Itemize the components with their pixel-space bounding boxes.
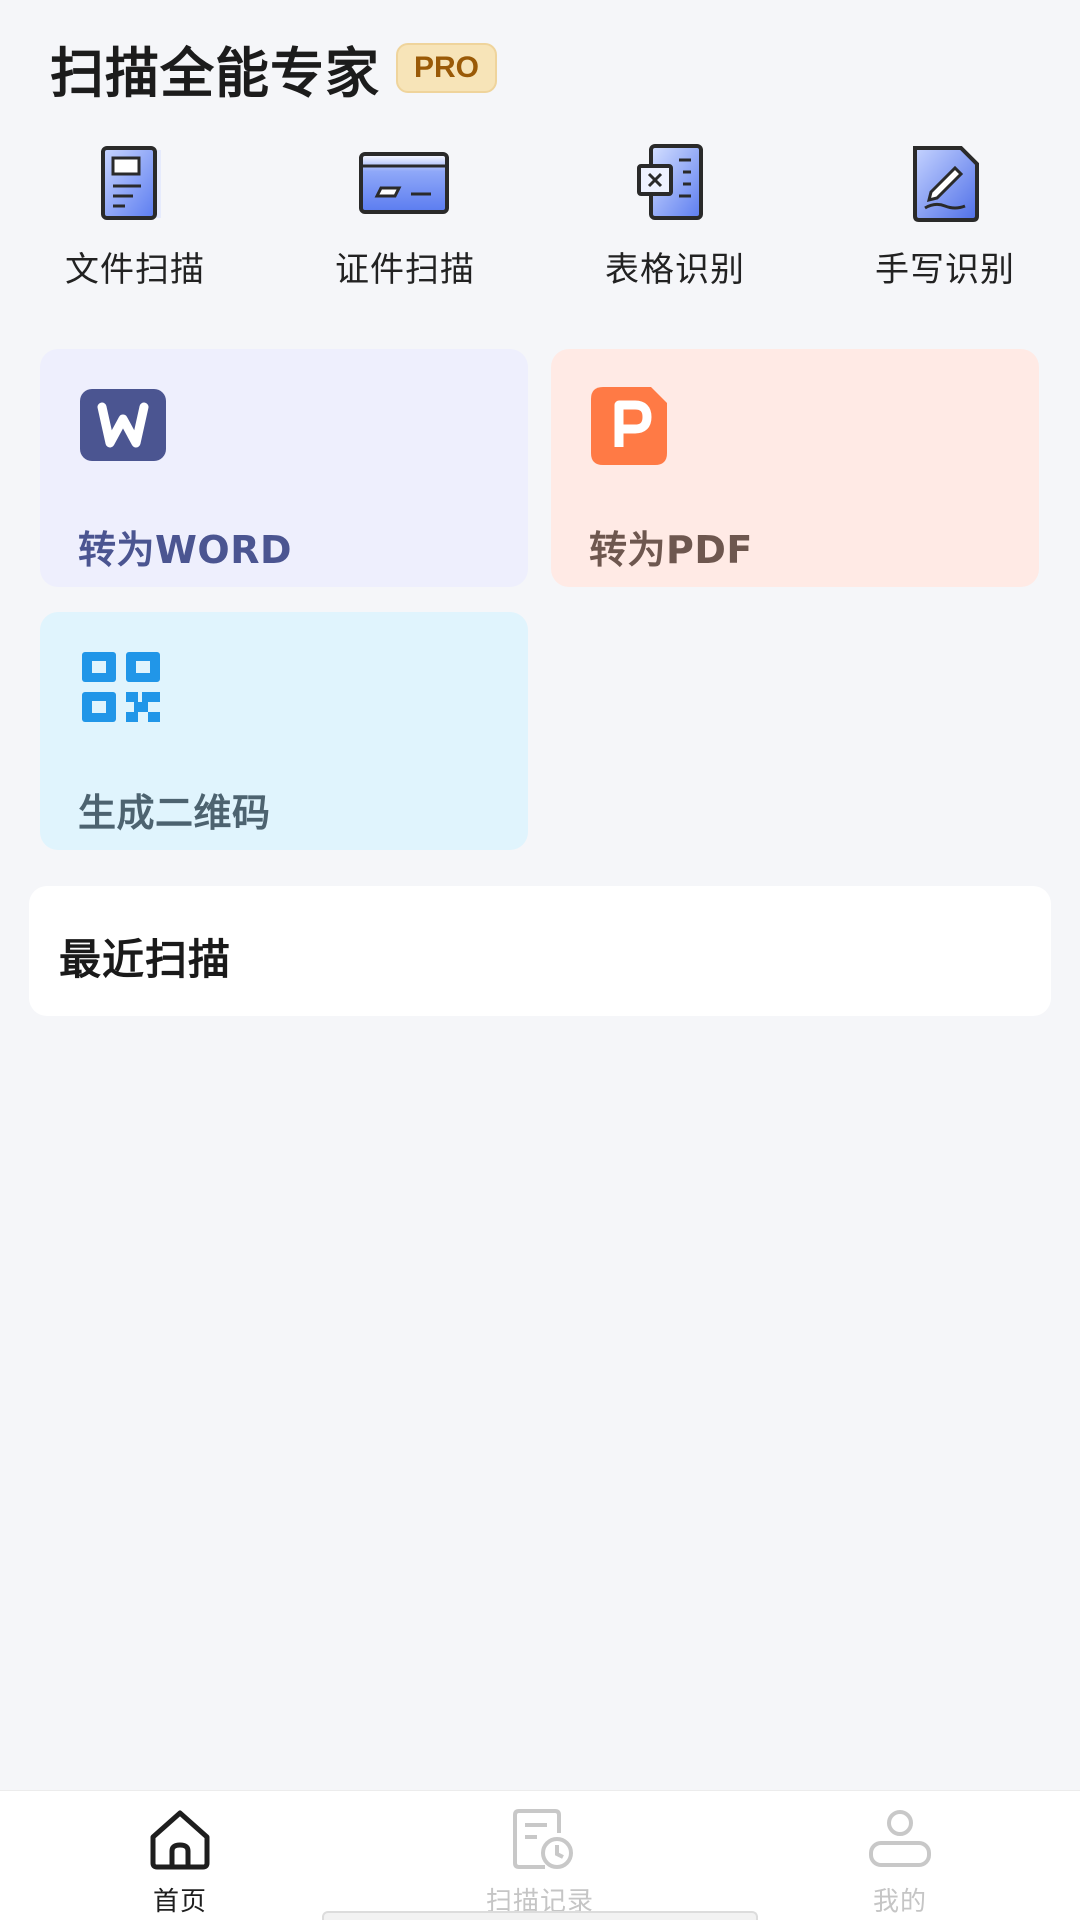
tool-label: 表格识别	[605, 250, 745, 290]
tool-document-scan[interactable]: 文件扫描	[0, 140, 270, 291]
home-indicator[interactable]	[322, 1911, 758, 1920]
document-scan-icon	[85, 140, 185, 230]
handwriting-icon	[895, 140, 995, 230]
nav-scan-history[interactable]: 扫描记录	[360, 1791, 720, 1921]
tool-id-card-scan[interactable]: 证件扫描	[270, 140, 540, 291]
word-icon	[78, 385, 168, 465]
convert-to-pdf-label: 转为PDF	[589, 528, 753, 572]
convert-to-pdf-card[interactable]: 转为PDF	[551, 349, 1039, 587]
profile-icon	[865, 1807, 935, 1873]
recent-scans-title: 最近扫描	[59, 935, 232, 984]
generate-qr-code-card[interactable]: 生成二维码	[40, 612, 528, 850]
convert-to-word-label: 转为WORD	[78, 528, 293, 572]
scan-history-icon	[505, 1807, 575, 1873]
recent-scans-section: 最近扫描	[29, 886, 1051, 1016]
tool-label: 证件扫描	[335, 250, 475, 290]
qr-code-icon	[78, 648, 168, 728]
app-title: 扫描全能专家	[50, 41, 380, 105]
nav-label: 我的	[872, 1887, 927, 1917]
tool-shortcuts: 文件扫描 证件扫描 表格识别 手写识别	[0, 140, 1080, 291]
tool-label: 文件扫描	[65, 250, 205, 290]
tool-handwriting-recognition[interactable]: 手写识别	[810, 140, 1080, 291]
tool-label: 手写识别	[875, 250, 1015, 290]
tool-spreadsheet-recognition[interactable]: 表格识别	[540, 140, 810, 291]
nav-home[interactable]: 首页	[0, 1791, 360, 1921]
nav-label: 首页	[152, 1887, 207, 1917]
bottom-navigation: 首页 扫描记录 我的	[0, 1790, 1080, 1921]
home-icon	[145, 1807, 215, 1873]
id-card-icon	[355, 140, 455, 230]
convert-to-word-card[interactable]: 转为WORD	[40, 349, 528, 587]
spreadsheet-icon	[625, 140, 725, 230]
pro-badge[interactable]: PRO	[396, 43, 498, 93]
nav-profile[interactable]: 我的	[720, 1791, 1080, 1921]
generate-qr-code-label: 生成二维码	[78, 791, 271, 835]
app-header: 扫描全能专家 PRO	[50, 28, 498, 108]
pdf-icon	[589, 385, 679, 465]
